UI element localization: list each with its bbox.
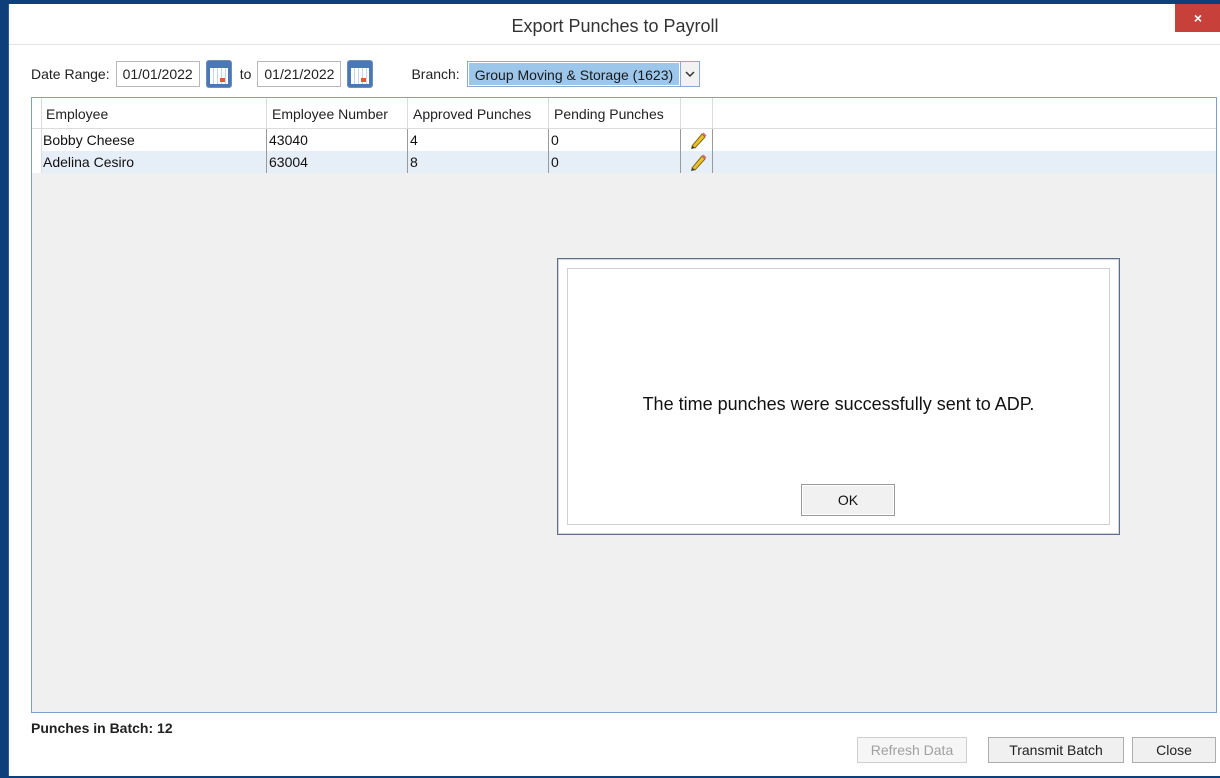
- table-row[interactable]: Bobby Cheese 43040 4 0: [32, 129, 1216, 151]
- branch-select[interactable]: Group Moving & Storage (1623): [466, 61, 701, 87]
- employee-number-cell: 43040: [267, 129, 408, 151]
- success-dialog: The time punches were successfully sent …: [557, 258, 1120, 535]
- refresh-data-button[interactable]: Refresh Data: [857, 737, 967, 763]
- employee-number-cell: 63004: [267, 151, 408, 173]
- pending-punches-cell: 0: [549, 151, 681, 173]
- column-header-pending-punches[interactable]: Pending Punches: [549, 98, 681, 128]
- calendar-icon[interactable]: [205, 60, 232, 88]
- column-header-edit: [681, 98, 713, 128]
- employee-name-cell: Bobby Cheese: [41, 129, 267, 151]
- punches-in-batch-count: 12: [157, 720, 173, 736]
- dialog-body: The time punches were successfully sent …: [567, 268, 1110, 525]
- employee-name-cell: Adelina Cesiro: [41, 151, 267, 173]
- column-header-approved-punches[interactable]: Approved Punches: [408, 98, 549, 128]
- transmit-batch-button[interactable]: Transmit Batch: [988, 737, 1124, 763]
- calendar-icon[interactable]: [347, 60, 374, 88]
- column-header-employee-number[interactable]: Employee Number: [267, 98, 408, 128]
- table-row[interactable]: Adelina Cesiro 63004 8 0: [32, 151, 1216, 173]
- pending-punches-cell: 0: [549, 129, 681, 151]
- ok-button[interactable]: OK: [801, 484, 895, 516]
- close-button[interactable]: Close: [1132, 737, 1216, 763]
- pencil-edit-icon[interactable]: [688, 152, 708, 172]
- punches-in-batch: Punches in Batch: 12: [31, 720, 173, 736]
- filter-row: Date Range: 01/01/2022 to 01/21/2022 Bra…: [31, 60, 701, 88]
- title-bar: Export Punches to Payroll ×: [9, 4, 1220, 45]
- pencil-edit-icon[interactable]: [688, 130, 708, 150]
- approved-punches-cell: 4: [408, 129, 549, 151]
- dialog-message: The time punches were successfully sent …: [642, 394, 1035, 414]
- approved-punches-cell: 8: [408, 151, 549, 173]
- start-date-input[interactable]: 01/01/2022: [115, 61, 200, 87]
- to-label: to: [239, 66, 252, 82]
- column-header-employee[interactable]: Employee: [41, 98, 267, 128]
- end-date-input[interactable]: 01/21/2022: [257, 61, 342, 87]
- grid-header: Employee Employee Number Approved Punche…: [32, 98, 1216, 129]
- window-title: Export Punches to Payroll: [511, 16, 719, 36]
- punches-in-batch-label: Punches in Batch:: [31, 720, 154, 736]
- date-range-label: Date Range:: [31, 66, 110, 82]
- branch-selected-value: Group Moving & Storage (1623): [467, 62, 681, 86]
- chevron-down-icon[interactable]: [680, 62, 700, 86]
- branch-label: Branch:: [411, 66, 460, 82]
- close-window-button[interactable]: ×: [1175, 4, 1220, 32]
